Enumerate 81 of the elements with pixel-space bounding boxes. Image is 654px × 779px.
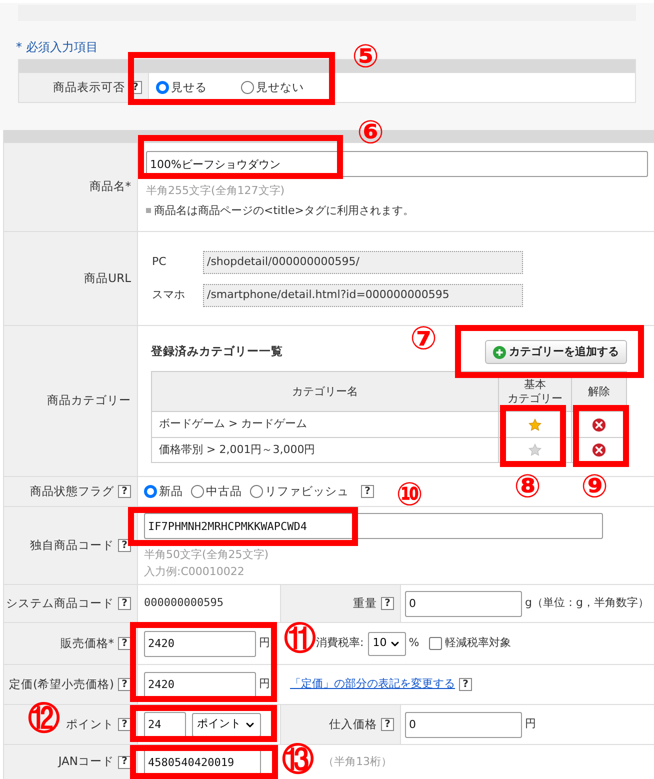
plus-icon bbox=[493, 346, 506, 358]
step-number: ⑦ bbox=[410, 322, 438, 354]
radio-option[interactable]: リファビッシュ bbox=[250, 482, 349, 500]
remove-icon[interactable] bbox=[592, 443, 606, 457]
text-field[interactable]: IF7PHMNH2MRHCPMKKWAPCWD4 bbox=[144, 513, 603, 539]
field-label: 独自商品コード bbox=[30, 536, 114, 554]
bullet-icon bbox=[146, 208, 151, 214]
text-field[interactable]: 100%ビーフショウダウン bbox=[146, 151, 648, 177]
field-label: システム商品コード bbox=[6, 594, 114, 612]
note-text: 商品名は商品ページの<title>タグに利用されます。 bbox=[154, 202, 414, 218]
add-category-button[interactable]: カテゴリーを追加する bbox=[485, 340, 627, 364]
help-icon[interactable]: ? bbox=[118, 756, 131, 768]
tax-rate-select[interactable]: 10 bbox=[368, 632, 406, 656]
field-label: 重量 bbox=[353, 594, 377, 612]
url-label: PC bbox=[152, 254, 168, 270]
help-icon[interactable]: ? bbox=[381, 597, 394, 610]
step-number: ⑩ bbox=[396, 478, 424, 510]
field-label: JANコード bbox=[58, 753, 114, 770]
step-number: ⑬ bbox=[282, 743, 314, 775]
field-label: 商品名* bbox=[89, 178, 131, 196]
help-icon[interactable]: ? bbox=[118, 597, 131, 610]
column-header: 基本 bbox=[524, 378, 546, 392]
help-icon[interactable]: ? bbox=[361, 485, 374, 498]
category-path: 価格帯別 > 2,001円～3,000円 bbox=[159, 442, 316, 458]
checkbox-option[interactable]: 軽減税率対象 bbox=[429, 635, 512, 652]
field-label: 商品カテゴリー bbox=[47, 392, 131, 410]
column-header: 解除 bbox=[588, 384, 610, 398]
unit-label: g（単位：g，半角数字） bbox=[525, 595, 649, 612]
remove-icon[interactable] bbox=[592, 418, 606, 432]
url-value: /smartphone/detail.html?id=000000000595 bbox=[203, 284, 523, 306]
help-icon[interactable]: ? bbox=[118, 637, 131, 650]
field-label: 商品表示可否 bbox=[53, 78, 125, 96]
hint-text: 半角50文字(全角25文字) bbox=[144, 547, 270, 563]
text-field[interactable]: 2420 bbox=[144, 672, 256, 698]
column-header: カテゴリー bbox=[508, 392, 562, 406]
field-label: ポイント bbox=[66, 716, 114, 733]
step-number: ⑫ bbox=[28, 702, 60, 734]
help-icon[interactable]: ? bbox=[459, 678, 472, 691]
radio-option[interactable]: 新品 bbox=[144, 482, 183, 500]
text-field[interactable]: 0 bbox=[405, 590, 522, 616]
text-field[interactable]: 0 bbox=[405, 712, 522, 738]
unit-label: 円 bbox=[525, 716, 536, 732]
category-path: ボードゲーム > カードゲーム bbox=[159, 416, 308, 432]
url-label: スマホ bbox=[152, 286, 186, 303]
section-heading: 登録済みカテゴリー一覧 bbox=[151, 343, 283, 360]
change-label-link[interactable]: 「定価」の部分の表記を変更する bbox=[290, 676, 455, 693]
unit-label: % bbox=[408, 635, 420, 652]
field-label: 販売価格* bbox=[60, 634, 114, 652]
step-number: ⑥ bbox=[357, 116, 384, 148]
highlight-frame bbox=[573, 405, 629, 467]
text-field[interactable]: 2420 bbox=[144, 630, 256, 656]
example-text: 入力例:C00010022 bbox=[144, 564, 246, 580]
system-code: 000000000595 bbox=[144, 595, 224, 612]
help-icon[interactable]: ? bbox=[118, 678, 131, 691]
radio-option[interactable]: 見せる bbox=[156, 78, 207, 96]
point-unit-select[interactable]: ポイント bbox=[192, 712, 261, 736]
required-note: * 必須入力項目 bbox=[16, 39, 98, 56]
url-value: /shopdetail/000000000595/ bbox=[203, 250, 523, 274]
hint-text: （半角13桁） bbox=[323, 754, 392, 770]
tax-label: 消費税率: bbox=[316, 635, 364, 652]
radio-option[interactable]: 見せない bbox=[241, 78, 304, 96]
help-icon[interactable]: ? bbox=[381, 718, 394, 731]
step-number: ⑨ bbox=[581, 470, 608, 502]
highlight-frame bbox=[500, 405, 566, 467]
text-field[interactable]: 24 bbox=[144, 712, 186, 738]
column-header: カテゴリー名 bbox=[292, 384, 358, 398]
field-label: 商品URL bbox=[84, 270, 131, 287]
star-icon[interactable] bbox=[528, 418, 542, 432]
field-label: 定価(希望小売価格) bbox=[9, 676, 114, 693]
step-number: ⑧ bbox=[514, 470, 542, 502]
help-icon[interactable]: ? bbox=[118, 718, 131, 731]
hint-text: 半角255文字(全角127文字) bbox=[146, 183, 286, 199]
step-number: ⑪ bbox=[284, 622, 316, 654]
unit-label: 円 bbox=[259, 635, 270, 652]
field-label: 商品状態フラグ bbox=[30, 482, 114, 500]
help-icon[interactable]: ? bbox=[118, 485, 131, 498]
unit-label: 円 bbox=[259, 676, 270, 692]
step-number: ⑤ bbox=[352, 40, 380, 72]
radio-option[interactable]: 中古品 bbox=[191, 482, 242, 500]
star-icon[interactable] bbox=[528, 443, 542, 457]
field-label: 仕入価格 bbox=[329, 716, 377, 733]
